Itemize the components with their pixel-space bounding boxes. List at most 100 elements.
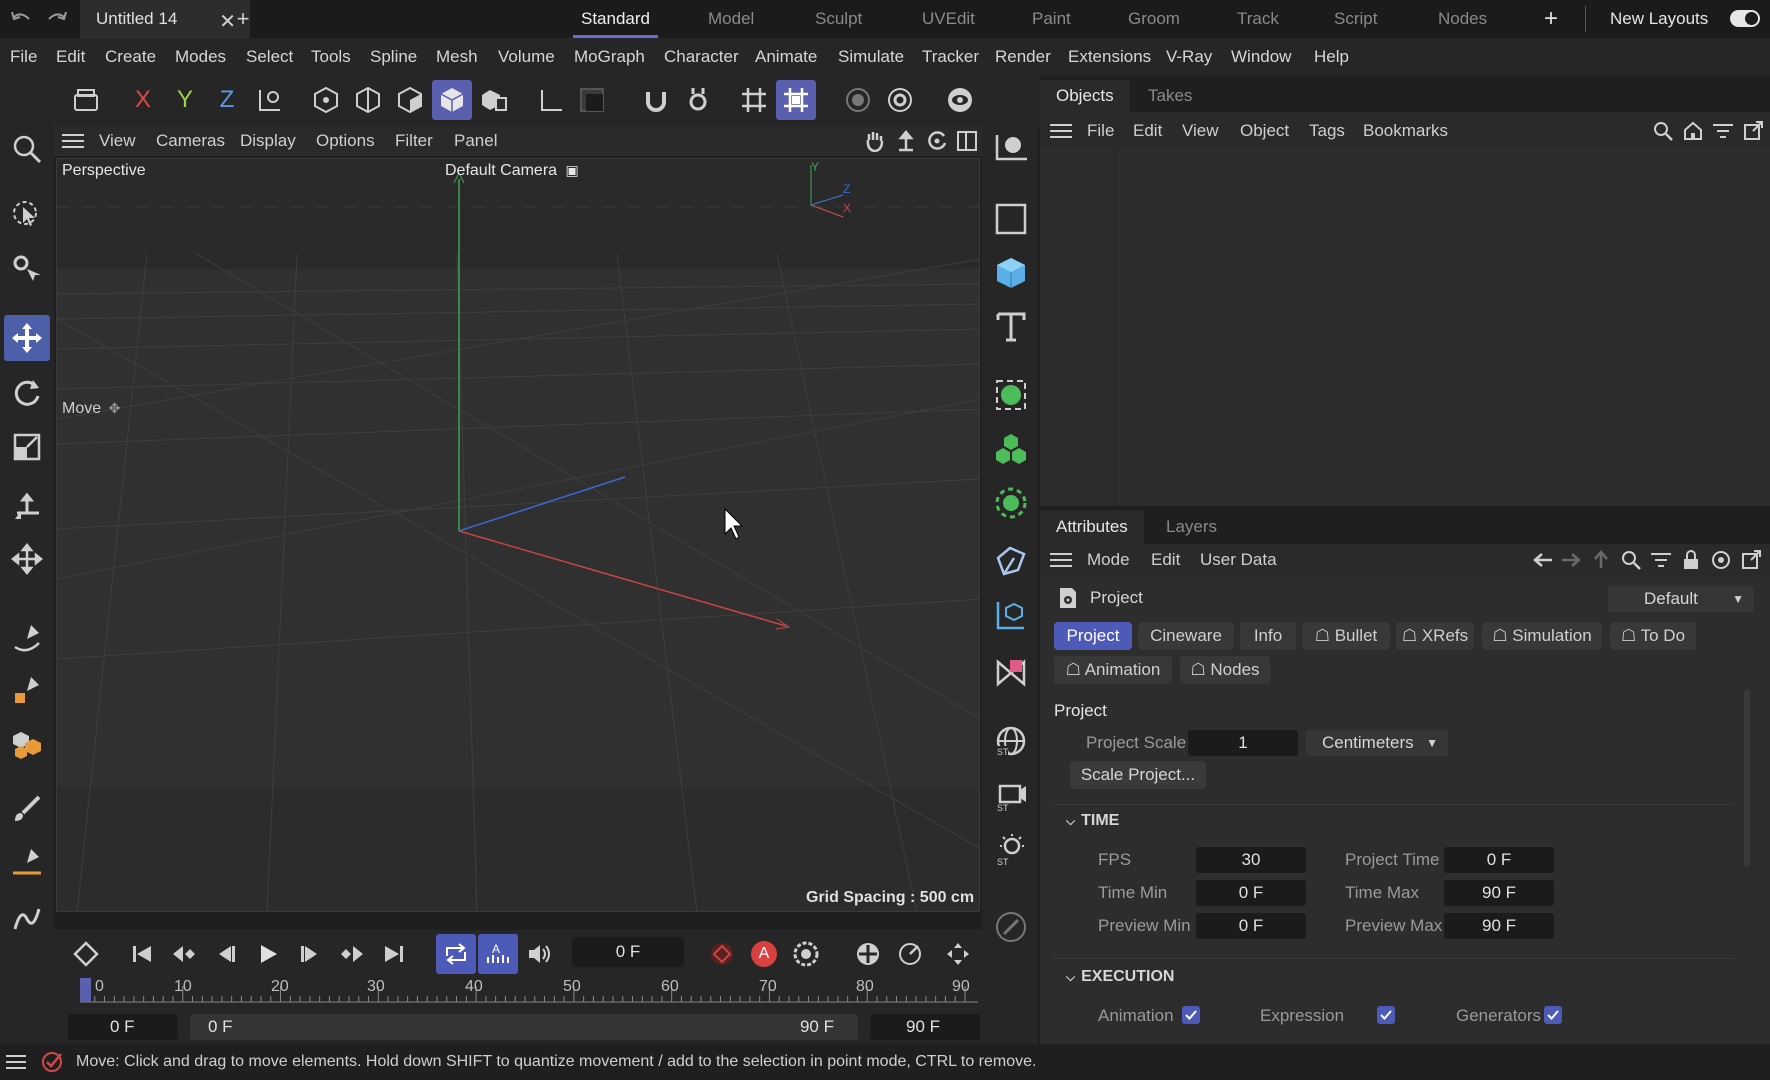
x-axis-lock-icon[interactable]: X — [123, 80, 163, 120]
pill-cineware[interactable]: Cineware — [1138, 622, 1234, 650]
maximize-view-icon[interactable] — [954, 128, 980, 154]
pill-bullet[interactable]: ☖ Bullet — [1302, 622, 1390, 650]
pill-xrefs[interactable]: ☖ XRefs — [1396, 622, 1474, 650]
cloner-icon[interactable] — [988, 426, 1034, 472]
scale-tool-icon[interactable] — [4, 424, 50, 470]
layout-tab-track[interactable]: Track — [1237, 0, 1279, 38]
objects-menu-view[interactable]: View — [1182, 112, 1219, 150]
playhead-marker[interactable] — [80, 978, 91, 1002]
next-frame-icon[interactable] — [290, 934, 330, 974]
objects-home-icon[interactable] — [1680, 118, 1706, 144]
menu-extensions[interactable]: Extensions — [1068, 38, 1151, 76]
pill-animation[interactable]: ☖ Animation — [1054, 656, 1172, 684]
coordinate-system-icon[interactable] — [250, 80, 290, 120]
viewport-menu-panel[interactable]: Panel — [454, 126, 497, 156]
search-icon[interactable] — [4, 126, 50, 172]
current-frame-field[interactable]: 0 F — [572, 937, 684, 967]
viewport-menu-display[interactable]: Display — [240, 126, 296, 156]
menu-file[interactable]: File — [10, 38, 37, 76]
z-axis-lock-icon[interactable]: Z — [207, 80, 247, 120]
menu-vray[interactable]: V-Ray — [1166, 38, 1212, 76]
objects-undock-icon[interactable] — [1740, 118, 1766, 144]
viewport-solo-icon[interactable] — [940, 80, 980, 120]
document-tab[interactable]: Untitled 14 ✕ — [80, 0, 250, 38]
tab-takes[interactable]: Takes — [1148, 80, 1192, 112]
time-max-field[interactable]: 90 F — [1444, 880, 1554, 906]
layout-tab-script[interactable]: Script — [1334, 0, 1377, 38]
layout-tab-model[interactable]: Model — [708, 0, 754, 38]
attributes-search-icon[interactable] — [1618, 547, 1644, 573]
forward-arrow-icon[interactable] — [1558, 547, 1584, 573]
sketch-tool-icon[interactable] — [4, 666, 50, 712]
preview-min-field[interactable]: 0 F — [1196, 913, 1306, 939]
stage-light-icon[interactable]: ST — [988, 826, 1034, 872]
attributes-hamburger-icon[interactable] — [1048, 547, 1074, 573]
points-mode-icon[interactable] — [306, 80, 346, 120]
menu-volume[interactable]: Volume — [498, 38, 555, 76]
soft-selection-icon[interactable] — [838, 80, 878, 120]
objects-search-icon[interactable] — [1650, 118, 1676, 144]
status-menu-icon[interactable] — [4, 1050, 28, 1074]
viewport-menu-view[interactable]: View — [99, 126, 136, 156]
timeline-end-field[interactable]: 90 F — [870, 1014, 980, 1040]
timeline-range-slider[interactable]: 0 F 90 F — [190, 1014, 858, 1040]
pill-nodes[interactable]: ☖ Nodes — [1180, 656, 1270, 684]
menu-spline[interactable]: Spline — [370, 38, 417, 76]
tab-layers[interactable]: Layers — [1166, 510, 1217, 544]
expression-checkbox[interactable] — [1377, 1006, 1395, 1024]
edit-render-icon[interactable] — [988, 904, 1034, 950]
layout-tab-nodes[interactable]: Nodes — [1438, 0, 1487, 38]
go-to-start-icon[interactable] — [122, 934, 162, 974]
layout-tab-paint[interactable]: Paint — [1032, 0, 1071, 38]
fps-field[interactable]: 30 — [1196, 847, 1306, 873]
spline-smooth-icon[interactable] — [4, 896, 50, 942]
edges-mode-icon[interactable] — [348, 80, 388, 120]
orbit-view-icon[interactable] — [924, 128, 950, 154]
previous-frame-icon[interactable] — [206, 934, 246, 974]
text-object-icon[interactable] — [988, 304, 1034, 350]
preview-max-field[interactable]: 90 F — [1444, 913, 1554, 939]
preset-dropdown[interactable]: Default ▼ — [1608, 586, 1754, 612]
menu-tracker[interactable]: Tracker — [922, 38, 979, 76]
time-min-field[interactable]: 0 F — [1196, 880, 1306, 906]
attributes-menu-user-data[interactable]: User Data — [1200, 544, 1277, 576]
go-to-end-icon[interactable] — [374, 934, 414, 974]
pill-project[interactable]: Project — [1054, 622, 1132, 650]
keyframe-diamond-icon[interactable] — [66, 934, 106, 974]
new-document-icon[interactable]: + — [230, 6, 256, 32]
undo-history-icon[interactable] — [66, 80, 106, 120]
3d-viewport[interactable] — [56, 158, 980, 912]
menu-simulate[interactable]: Simulate — [838, 38, 904, 76]
viewport-projection-label[interactable]: Perspective — [62, 162, 146, 180]
snap-magnet-icon[interactable] — [636, 80, 676, 120]
grid-icon[interactable] — [734, 80, 774, 120]
stage-camera-icon[interactable]: ST — [988, 772, 1034, 818]
attributes-filter-icon[interactable] — [1648, 547, 1674, 573]
axis-mode-icon[interactable] — [530, 80, 570, 120]
objects-hamburger-icon[interactable] — [1048, 118, 1074, 144]
environment-icon[interactable] — [988, 592, 1034, 638]
pill-simulation[interactable]: ☖ Simulation — [1482, 622, 1602, 650]
menu-window[interactable]: Window — [1231, 38, 1291, 76]
dolly-view-icon[interactable] — [893, 128, 919, 154]
tab-objects[interactable]: Objects — [1040, 80, 1130, 112]
layout-tab-standard[interactable]: Standard — [573, 0, 658, 38]
sound-icon[interactable] — [520, 934, 560, 974]
field-effector-icon[interactable] — [988, 480, 1034, 526]
project-scale-field[interactable]: 1 — [1188, 730, 1298, 756]
new-layouts-toggle[interactable] — [1730, 10, 1760, 27]
y-axis-lock-icon[interactable]: Y — [165, 80, 205, 120]
section-time-header[interactable]: ⌵ TIME — [1066, 812, 1119, 830]
timeline-scale-icon[interactable] — [890, 934, 930, 974]
menu-tools[interactable]: Tools — [311, 38, 351, 76]
viewport-menu-filter[interactable]: Filter — [395, 126, 433, 156]
auto-keyframe-mode-icon[interactable]: A — [478, 934, 518, 974]
scale-project-button[interactable]: Scale Project... — [1070, 761, 1206, 789]
cube-object-icon[interactable] — [988, 250, 1034, 296]
placement-tool-icon[interactable] — [4, 484, 50, 530]
modeling-settings-icon[interactable] — [880, 80, 920, 120]
bevel-tool-icon[interactable] — [4, 838, 50, 884]
layout-tab-sculpt[interactable]: Sculpt — [815, 0, 862, 38]
target-icon[interactable] — [1708, 547, 1734, 573]
lock-icon[interactable] — [1678, 547, 1704, 573]
